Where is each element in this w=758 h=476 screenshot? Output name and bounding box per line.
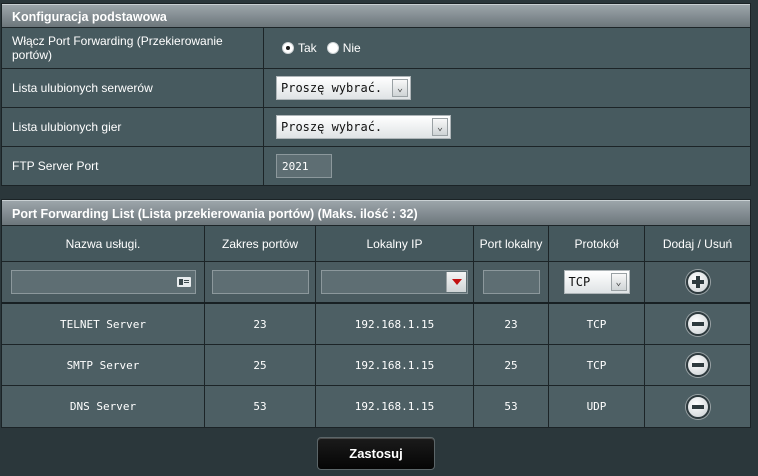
local-port: 53: [474, 386, 549, 427]
fav-games-select-value: Proszę wybrać.: [281, 120, 383, 134]
ftp-port-row: FTP Server Port 2021: [2, 147, 750, 185]
dropdown-arrow-icon[interactable]: [446, 272, 466, 292]
fav-servers-select[interactable]: Proszę wybrać. ⌄: [276, 76, 411, 100]
ftp-port-value: 2021: [264, 147, 750, 185]
service-name: DNS Server: [2, 386, 205, 427]
fav-servers-value: Proszę wybrać. ⌄: [264, 69, 750, 107]
fav-servers-select-value: Proszę wybrać.: [281, 81, 383, 95]
table-row: SMTP Server 25 192.168.1.15 25 TCP: [2, 345, 750, 386]
radio-no[interactable]: [326, 42, 339, 54]
minus-circle-icon[interactable]: [685, 394, 710, 419]
minus-circle-icon[interactable]: [685, 353, 710, 377]
radio-yes[interactable]: [282, 42, 294, 54]
new-protocol-value: TCP: [568, 275, 591, 289]
add-cell: [645, 262, 750, 302]
protocol: UDP: [549, 386, 645, 427]
new-service-name-input[interactable]: [10, 270, 196, 294]
fav-games-row: Lista ulubionych gier Proszę wybrać. ⌄: [2, 108, 750, 147]
column-header-local-port: Port lokalny: [474, 226, 549, 261]
remove-cell: [645, 304, 750, 344]
radio-yes-label: Tak: [298, 41, 317, 55]
column-header-local-ip: Lokalny IP: [316, 226, 474, 261]
chevron-down-icon: ⌄: [392, 79, 408, 97]
pf-list-section: Port Forwarding List (Lista przekierowan…: [1, 199, 751, 428]
enable-pf-value: Tak Nie: [264, 28, 750, 68]
local-ip: 192.168.1.15: [316, 386, 474, 427]
remove-cell: [645, 386, 750, 427]
new-local-port-input[interactable]: [482, 270, 540, 294]
apply-button[interactable]: Zastosuj: [317, 437, 435, 470]
ftp-port-input[interactable]: 2021: [276, 154, 332, 178]
new-protocol-select[interactable]: TCP ⌄: [563, 270, 630, 294]
service-name: TELNET Server: [2, 304, 205, 344]
pf-list-header: Port Forwarding List (Lista przekierowan…: [2, 200, 750, 226]
chevron-down-icon: ⌄: [432, 118, 448, 136]
new-protocol-cell: TCP ⌄: [549, 262, 645, 302]
chevron-down-icon: ⌄: [610, 273, 627, 291]
basic-config-section: Konfiguracja podstawowa Włącz Port Forwa…: [1, 3, 751, 186]
fav-servers-label: Lista ulubionych serwerów: [2, 69, 264, 107]
port-range: 23: [205, 304, 316, 344]
radio-no-label: Nie: [342, 41, 361, 55]
new-local-port-cell: [474, 262, 549, 302]
column-header-port-range: Zakres portów: [205, 226, 316, 261]
new-local-ip-input[interactable]: [321, 270, 468, 294]
table-row: TELNET Server 23 192.168.1.15 23 TCP: [2, 304, 750, 345]
protocol: TCP: [549, 345, 645, 385]
id-card-icon[interactable]: [176, 277, 191, 287]
table-row: DNS Server 53 192.168.1.15 53 UDP: [2, 386, 750, 427]
service-name: SMTP Server: [2, 345, 205, 385]
column-header-protocol: Protokół: [549, 226, 645, 261]
new-service-name-cell: [2, 262, 205, 302]
local-ip: 192.168.1.15: [316, 345, 474, 385]
minus-circle-icon[interactable]: [685, 312, 710, 336]
basic-config-header: Konfiguracja podstawowa: [2, 4, 750, 28]
column-header-service-name: Nazwa usługi.: [2, 226, 205, 261]
new-local-ip-cell: [316, 262, 474, 302]
fav-games-value: Proszę wybrać. ⌄: [264, 108, 750, 146]
local-ip: 192.168.1.15: [316, 304, 474, 344]
new-port-range-cell: [205, 262, 316, 302]
new-port-range-input[interactable]: [211, 270, 309, 294]
enable-pf-label: Włącz Port Forwarding (Przekierowanie po…: [2, 28, 264, 68]
ftp-port-label: FTP Server Port: [2, 147, 264, 185]
plus-circle-icon[interactable]: [685, 270, 710, 294]
enable-pf-row: Włącz Port Forwarding (Przekierowanie po…: [2, 28, 750, 69]
fav-games-label: Lista ulubionych gier: [2, 108, 264, 146]
remove-cell: [645, 345, 750, 385]
fav-servers-row: Lista ulubionych serwerów Proszę wybrać.…: [2, 69, 750, 108]
pf-new-entry-row: TCP ⌄: [2, 262, 750, 304]
port-range: 53: [205, 386, 316, 427]
enable-pf-radio-group: Tak Nie: [276, 41, 361, 55]
protocol: TCP: [549, 304, 645, 344]
pf-list-column-headers: Nazwa usługi. Zakres portów Lokalny IP P…: [2, 226, 750, 262]
local-port: 25: [474, 345, 549, 385]
fav-games-select[interactable]: Proszę wybrać. ⌄: [276, 115, 451, 139]
port-range: 25: [205, 345, 316, 385]
local-port: 23: [474, 304, 549, 344]
column-header-add-remove: Dodaj / Usuń: [662, 236, 733, 251]
